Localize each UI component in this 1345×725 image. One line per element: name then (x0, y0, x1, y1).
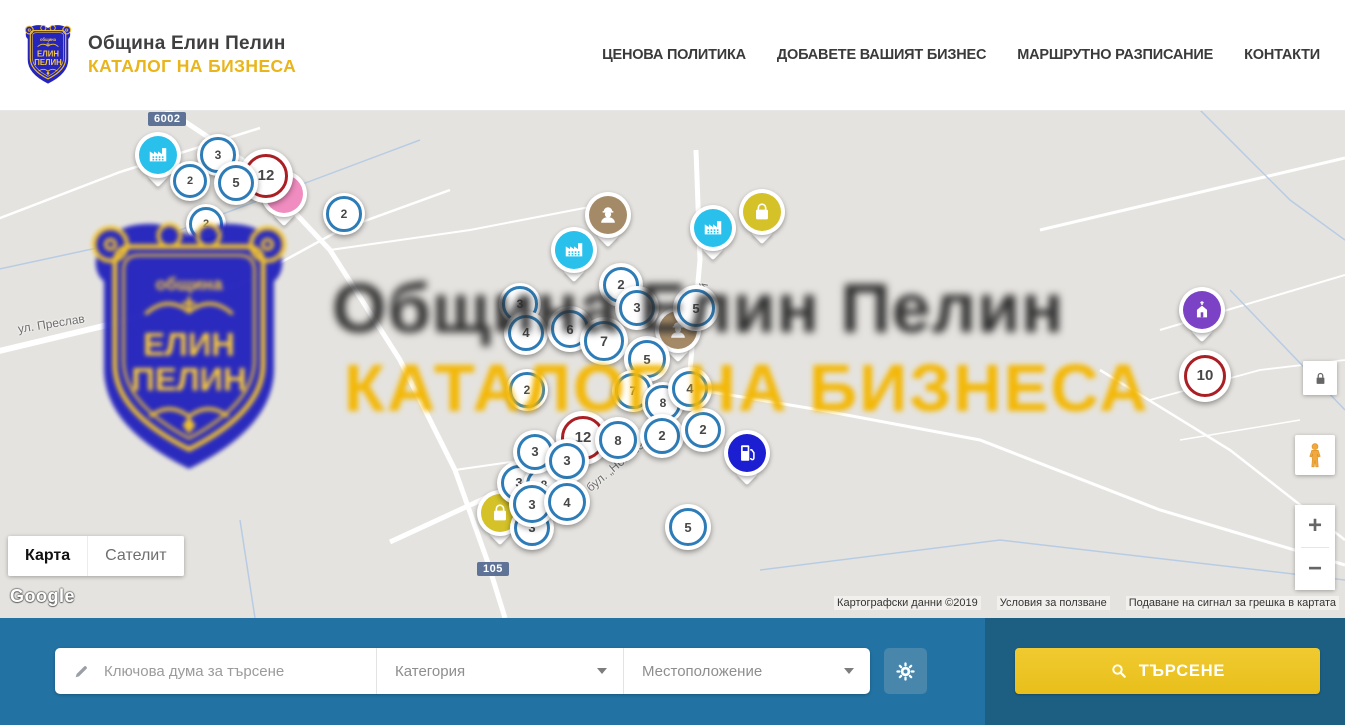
cluster-count: 4 (548, 483, 586, 521)
pegman-control[interactable] (1295, 435, 1335, 475)
cluster-count: 5 (218, 165, 255, 202)
search-fields-group: Категория Местоположение (55, 648, 870, 694)
keyword-input[interactable] (102, 662, 376, 681)
header: Община Елин Пелин КАТАЛОГ НА БИЗНЕСА ЦЕН… (0, 0, 1345, 111)
map-pin-church[interactable] (1179, 287, 1225, 333)
map-canvas[interactable]: 1232522235346752784128223833334510600210… (0, 110, 1345, 618)
nav-contacts[interactable]: КОНТАКТИ (1244, 47, 1320, 63)
report-map-error-link[interactable]: Подаване на сигнал за грешка в картата (1126, 596, 1339, 610)
cluster-marker[interactable]: 2 (640, 414, 684, 458)
search-bar: Категория Местоположение ТЪРСЕНЕ (0, 618, 1345, 725)
map-pin-factory[interactable] (551, 227, 597, 273)
cluster-count: 7 (584, 321, 624, 361)
worker-icon (597, 204, 619, 226)
keyword-field[interactable] (55, 648, 376, 694)
site-title: Община Елин Пелин (88, 33, 296, 55)
bag-icon (751, 201, 773, 223)
category-select[interactable]: Категория (377, 648, 623, 694)
cluster-marker[interactable]: 4 (668, 367, 712, 411)
category-select-value: Категория (395, 663, 465, 680)
cluster-count: 10 (1184, 355, 1226, 397)
cluster-marker[interactable]: 2 (170, 161, 210, 201)
nav-pricing-policy[interactable]: ЦЕНОВА ПОЛИТИКА (602, 47, 746, 63)
cluster-marker[interactable]: 10 (1179, 350, 1231, 402)
cluster-count: 5 (677, 289, 715, 327)
map-type-satellite-button[interactable]: Сателит (87, 536, 183, 576)
fuel-icon (736, 442, 758, 464)
cluster-count: 2 (644, 418, 681, 455)
cluster-count: 2 (189, 207, 223, 241)
location-select[interactable]: Местоположение (624, 648, 870, 694)
cluster-count: 3 (619, 290, 656, 327)
map-attribution: Картографски данни ©2019 Условия за полз… (834, 596, 1339, 610)
factory-icon (147, 144, 169, 166)
gear-icon (895, 661, 916, 682)
cluster-count: 4 (508, 315, 545, 352)
advanced-search-button[interactable] (884, 648, 927, 694)
main-nav: ЦЕНОВА ПОЛИТИКА ДОБАВЕТЕ ВАШИЯТ БИЗНЕС М… (602, 47, 1320, 63)
cluster-count: 8 (599, 421, 637, 459)
map-pin-bag[interactable] (739, 189, 785, 235)
lock-button[interactable] (1303, 361, 1337, 395)
cluster-marker[interactable]: 4 (544, 479, 590, 525)
search-button[interactable]: ТЪРСЕНЕ (1015, 648, 1320, 694)
factory-icon (702, 217, 724, 239)
cluster-marker[interactable]: 2 (186, 204, 226, 244)
pegman-icon (1303, 442, 1327, 468)
road-label: 105 (477, 562, 509, 576)
cluster-marker[interactable]: 8 (595, 417, 641, 463)
cluster-count: 3 (549, 443, 586, 480)
cluster-count: 2 (685, 412, 722, 449)
cluster-marker[interactable]: 3 (545, 439, 589, 483)
location-select-value: Местоположение (642, 663, 762, 680)
cluster-count: 5 (669, 508, 707, 546)
terms-of-use-link[interactable]: Условия за ползване (997, 596, 1110, 610)
map-type-map-button[interactable]: Карта (8, 536, 87, 576)
church-icon (1191, 299, 1213, 321)
pencil-icon (73, 663, 90, 680)
map-pin-factory[interactable] (690, 205, 736, 251)
map-pin-fuel[interactable] (724, 430, 770, 476)
cluster-marker[interactable]: 5 (665, 504, 711, 550)
road-label: 6002 (148, 112, 186, 126)
cluster-count: 4 (672, 371, 709, 408)
google-logo[interactable]: Google (10, 586, 75, 607)
cluster-marker[interactable]: 7 (580, 317, 628, 365)
nav-add-your-business[interactable]: ДОБАВЕТЕ ВАШИЯТ БИЗНЕС (777, 47, 986, 63)
map-type-control: Карта Сателит (8, 536, 184, 576)
zoom-out-button[interactable]: − (1295, 548, 1335, 590)
nav-route-schedule[interactable]: МАРШРУТНО РАЗПИСАНИЕ (1017, 47, 1213, 63)
zoom-control: + − (1295, 505, 1335, 590)
cluster-marker[interactable]: 5 (214, 161, 258, 205)
site-logo[interactable]: Община Елин Пелин КАТАЛОГ НА БИЗНЕСА (22, 23, 296, 87)
chevron-down-icon (844, 668, 854, 674)
bag-icon (489, 502, 511, 524)
cluster-marker[interactable]: 5 (673, 285, 719, 331)
cluster-marker[interactable]: 3 (615, 286, 659, 330)
attribution-copyright: Картографски данни ©2019 (834, 596, 981, 610)
cluster-marker[interactable]: 4 (504, 311, 548, 355)
cluster-marker[interactable]: 2 (681, 408, 725, 452)
site-subtitle: КАТАЛОГ НА БИЗНЕСА (88, 56, 296, 77)
cluster-count: 2 (173, 164, 207, 198)
cluster-count: 2 (509, 372, 544, 407)
cluster-marker[interactable]: 2 (323, 193, 365, 235)
search-icon (1110, 662, 1128, 680)
chevron-down-icon (597, 668, 607, 674)
search-button-label: ТЪРСЕНЕ (1139, 662, 1225, 681)
lock-icon (1312, 370, 1329, 387)
municipality-shield-icon (22, 23, 74, 87)
zoom-in-button[interactable]: + (1295, 505, 1335, 547)
cluster-marker[interactable]: 2 (506, 369, 548, 411)
cluster-count: 2 (326, 196, 361, 231)
factory-icon (563, 239, 585, 261)
